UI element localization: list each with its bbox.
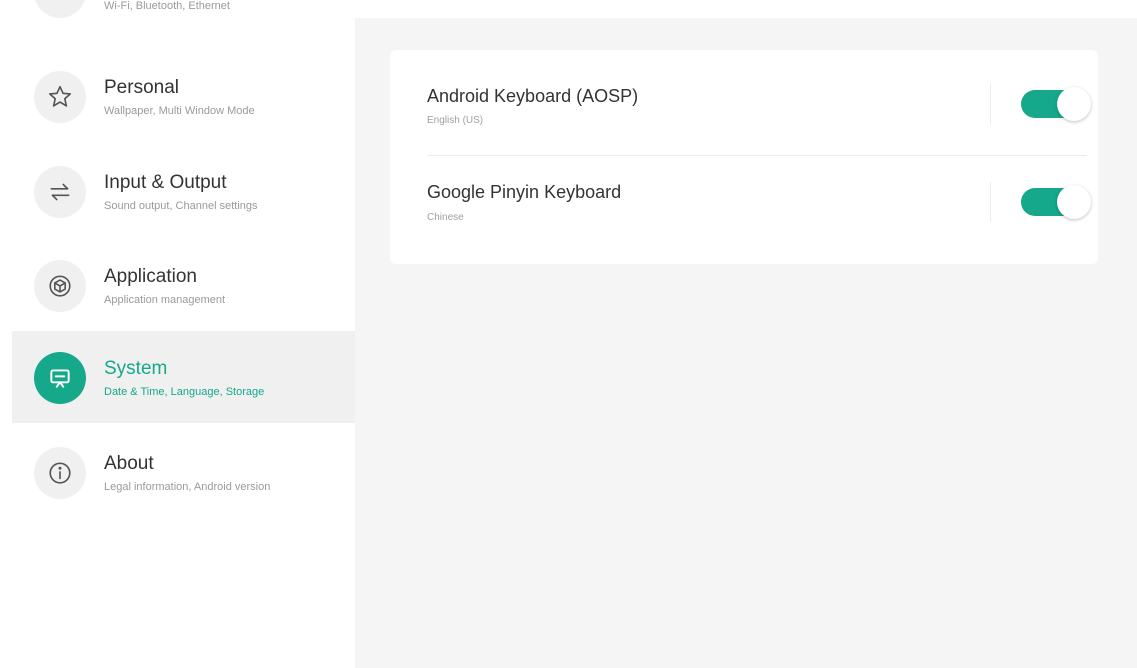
settings-window: Wi-Fi, Bluetooth, Ethernet Personal Wall… bbox=[0, 0, 1137, 668]
row-vertical-divider bbox=[990, 84, 991, 124]
sidebar-item-subtitle: Application management bbox=[104, 294, 226, 306]
keyboard-language: English (US) bbox=[427, 115, 484, 126]
sidebar-item-subtitle: Legal information, Android version bbox=[104, 481, 271, 493]
android-keyboard-toggle[interactable] bbox=[1019, 87, 1091, 121]
sidebar-item-input-output[interactable]: Input & Output Sound output, Channel set… bbox=[12, 145, 355, 237]
toggle-knob bbox=[1057, 185, 1091, 219]
keyboard-list-card: Android Keyboard (AOSP) English (US) Goo… bbox=[390, 50, 1098, 264]
sidebar-item-title: About bbox=[104, 453, 154, 474]
sidebar-item-subtitle: Date & Time, Language, Storage bbox=[104, 386, 265, 398]
sidebar-item-title: System bbox=[104, 358, 168, 379]
sidebar-item-title: Personal bbox=[104, 77, 179, 98]
info-icon bbox=[34, 447, 86, 499]
sidebar-item-subtitle: Sound output, Channel settings bbox=[104, 200, 258, 212]
sidebar-item-network[interactable]: Wi-Fi, Bluetooth, Ethernet bbox=[12, 0, 355, 37]
toggle-knob bbox=[1057, 87, 1091, 121]
star-icon bbox=[34, 71, 86, 123]
presentation-icon bbox=[34, 352, 86, 404]
sidebar-item-subtitle: Wallpaper, Multi Window Mode bbox=[104, 105, 255, 117]
sidebar-item-title: Input & Output bbox=[104, 172, 227, 193]
sidebar-item-title: Application bbox=[104, 266, 197, 287]
sidebar-item-personal[interactable]: Personal Wallpaper, Multi Window Mode bbox=[12, 50, 355, 142]
row-vertical-divider bbox=[990, 182, 991, 222]
keyboard-language: Chinese bbox=[427, 212, 464, 223]
sidebar-item-about[interactable]: About Legal information, Android version bbox=[12, 426, 355, 518]
keyboard-row-android[interactable]: Android Keyboard (AOSP) English (US) bbox=[390, 50, 1098, 150]
pinyin-keyboard-toggle[interactable] bbox=[1019, 185, 1091, 219]
keyboard-title: Google Pinyin Keyboard bbox=[427, 182, 622, 202]
sidebar-item-system[interactable]: System Date & Time, Language, Storage bbox=[12, 331, 355, 423]
sidebar-item-subtitle: Wi-Fi, Bluetooth, Ethernet bbox=[104, 0, 230, 12]
hexagon-app-icon bbox=[34, 260, 86, 312]
content-panel: Android Keyboard (AOSP) English (US) Goo… bbox=[355, 18, 1137, 668]
sidebar-item-application[interactable]: Application Application management bbox=[12, 239, 355, 331]
network-icon bbox=[34, 0, 86, 18]
swap-arrows-icon bbox=[34, 166, 86, 218]
keyboard-title: Android Keyboard (AOSP) bbox=[427, 86, 639, 106]
keyboard-row-pinyin[interactable]: Google Pinyin Keyboard Chinese bbox=[390, 156, 1098, 256]
sidebar: Wi-Fi, Bluetooth, Ethernet Personal Wall… bbox=[12, 0, 355, 668]
